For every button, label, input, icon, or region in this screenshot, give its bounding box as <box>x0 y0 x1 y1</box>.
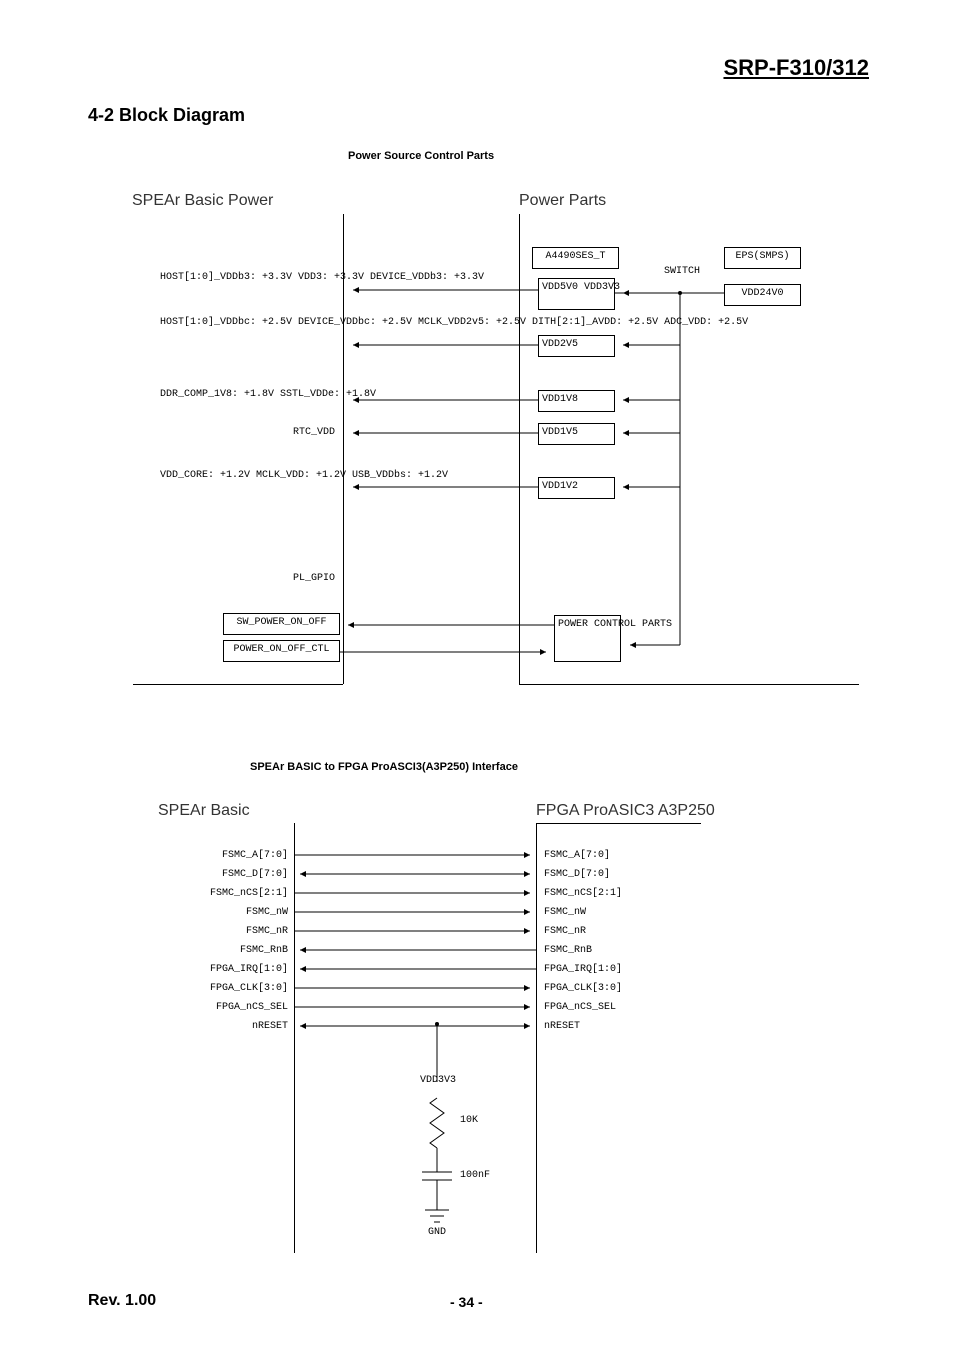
figure2-arrows <box>0 0 954 1350</box>
label-gnd: GND <box>428 1227 446 1238</box>
label-10k: 10K <box>460 1115 478 1126</box>
label-100nf: 100nF <box>460 1170 490 1181</box>
label-vdd3v3: VDD3V3 <box>420 1075 456 1086</box>
footer-page: - 34 - <box>450 1294 483 1310</box>
footer-rev: Rev. 1.00 <box>88 1292 156 1310</box>
